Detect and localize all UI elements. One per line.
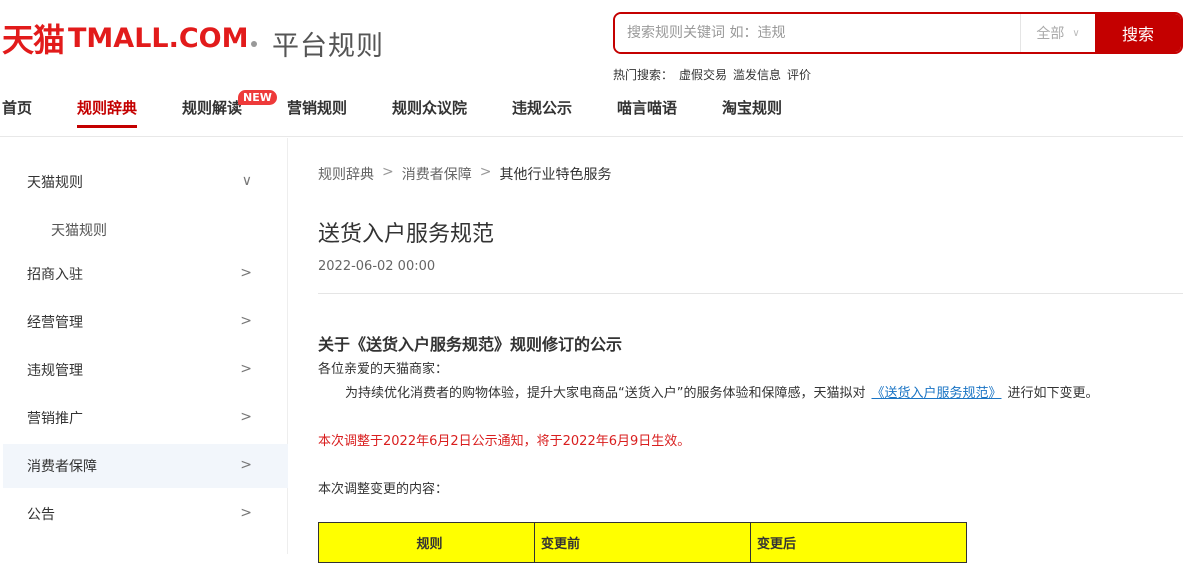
search-input[interactable]: [615, 14, 1020, 52]
chevron-right-icon: >: [240, 313, 252, 329]
search-button[interactable]: 搜索: [1095, 14, 1181, 52]
divider: [318, 293, 1183, 294]
sidebar-item-label: 消费者保障: [27, 459, 97, 475]
change-content-label: 本次调整变更的内容：: [318, 482, 449, 497]
publish-date: 2022-06-02 00:00: [318, 259, 436, 274]
sidebar-item-marketing-promotion[interactable]: 营销推广 >: [3, 396, 288, 440]
search-bar: 全部 ∨ 搜索: [613, 12, 1183, 54]
breadcrumb-item[interactable]: 消费者保障: [402, 164, 472, 184]
chevron-right-icon: >: [240, 265, 252, 281]
sidebar-item-merchant-entry[interactable]: 招商入驻 >: [3, 252, 288, 296]
effective-notice: 本次调整于2022年6月2日公示通知，将于2022年6月9日生效。: [318, 434, 691, 449]
chevron-right-icon: >: [240, 505, 252, 521]
para-text: 进行如下变更。: [1007, 386, 1099, 401]
chevron-right-icon: >: [240, 457, 252, 473]
chevron-down-icon: ∨: [241, 173, 252, 189]
header: 天猫 TMALL.COM 平台规则 全部 ∨ 搜索 热门搜索： 虚假交易 滥发信…: [0, 0, 1183, 90]
nav-violations[interactable]: 违规公示: [512, 98, 572, 128]
nav-taobao-rules[interactable]: 淘宝规则: [722, 98, 782, 128]
rule-link[interactable]: 《送货入户服务规范》: [871, 386, 1001, 401]
nav-marketing-rules[interactable]: 营销规则: [287, 98, 347, 128]
sidebar-item-label: 违规管理: [27, 363, 83, 379]
sidebar-item-label: 天猫规则: [27, 175, 83, 191]
chevron-down-icon: ∨: [1072, 27, 1080, 39]
section-title: 关于《送货入户服务规范》规则修订的公示: [318, 335, 623, 354]
sidebar-item-violation-management[interactable]: 违规管理 >: [3, 348, 288, 392]
hot-search-term[interactable]: 虚假交易: [679, 66, 727, 83]
page-title: 送货入户服务规范: [318, 222, 495, 247]
chevron-right-icon: >: [240, 361, 252, 377]
sidebar-item-label: 招商入驻: [27, 267, 83, 283]
nav-rules-interpretation[interactable]: 规则解读: [182, 98, 242, 128]
sidebar-item-operation-management[interactable]: 经营管理 >: [3, 300, 288, 344]
table-header-before: 变更前: [534, 522, 751, 563]
table-header-row: 规则 变更前 变更后: [318, 522, 967, 563]
new-badge: NEW: [238, 90, 277, 105]
table-header-rule: 规则: [318, 522, 535, 563]
breadcrumb-item[interactable]: 规则辞典: [318, 164, 374, 184]
nav-rules-council[interactable]: 规则众议院: [392, 98, 467, 128]
main-nav: 首页 规则辞典 规则解读 NEW 营销规则 规则众议院 违规公示 喵言喵语 淘宝…: [0, 90, 1183, 137]
table-header-after: 变更后: [750, 522, 967, 563]
sidebar-item-label: 经营管理: [27, 315, 83, 331]
sidebar-subitem-tmall-rules[interactable]: 天猫规则: [51, 220, 107, 240]
tmall-logo[interactable]: 天猫 TMALL.COM: [2, 18, 249, 59]
hot-searches: 热门搜索： 虚假交易 滥发信息 评价: [613, 66, 811, 83]
hot-search-term[interactable]: 滥发信息: [733, 66, 781, 83]
breadcrumb-current: 其他行业特色服务: [499, 167, 612, 183]
site-subtitle: 平台规则: [272, 31, 384, 62]
intro-paragraph: 为持续优化消费者的购物体验，提升大家电商品“送货入户”的服务体验和保障感，天猫拟…: [345, 382, 1099, 401]
nav-home[interactable]: 首页: [2, 98, 32, 128]
search-scope-dropdown[interactable]: 全部 ∨: [1020, 14, 1095, 52]
logo-en: TMALL.COM: [68, 22, 249, 54]
para-text: 为持续优化消费者的购物体验，提升大家电商品“送货入户”的服务体验和保障感，天猫拟…: [345, 386, 866, 401]
logo-separator-dot: [251, 41, 257, 47]
breadcrumb: 规则辞典 > 消费者保障 > 其他行业特色服务: [318, 164, 611, 184]
sidebar-item-announcements[interactable]: 公告 >: [3, 492, 288, 536]
chevron-right-icon: >: [240, 409, 252, 425]
logo-cn: 天猫: [2, 21, 65, 59]
change-table: 规则 变更前 变更后: [318, 522, 967, 563]
hot-search-term[interactable]: 评价: [787, 66, 811, 83]
sidebar-item-label: 公告: [27, 507, 55, 523]
breadcrumb-separator: >: [382, 164, 394, 180]
sidebar: 天猫规则 ∨ 天猫规则 招商入驻 > 经营管理 > 违规管理 > 营销推广 > …: [3, 138, 288, 554]
nav-miao-talk[interactable]: 喵言喵语: [617, 98, 677, 128]
hot-search-label: 热门搜索：: [613, 68, 674, 82]
sidebar-item-label: 营销推广: [27, 411, 83, 427]
nav-rules-dictionary[interactable]: 规则辞典: [77, 98, 138, 128]
sidebar-item-consumer-protection[interactable]: 消费者保障 >: [3, 444, 288, 488]
greeting: 各位亲爱的天猫商家：: [318, 362, 449, 377]
sidebar-item-tmall-rules[interactable]: 天猫规则 ∨: [3, 160, 288, 204]
search-scope-label: 全部: [1036, 26, 1065, 42]
breadcrumb-separator: >: [479, 164, 492, 180]
